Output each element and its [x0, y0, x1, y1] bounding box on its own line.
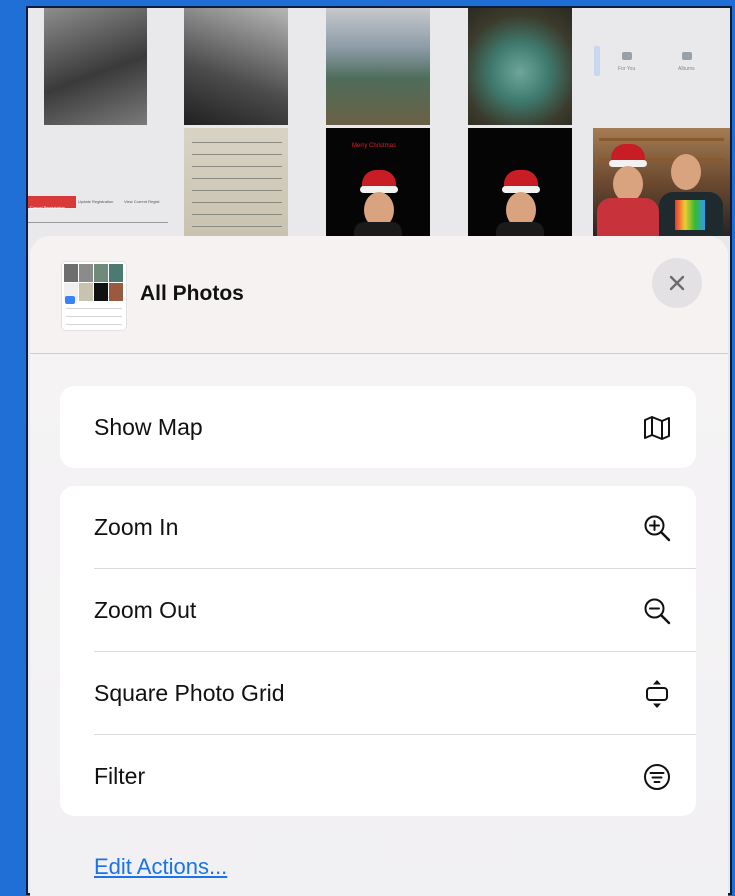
albums-icon — [682, 52, 692, 60]
zoom-out-icon — [644, 598, 671, 625]
photo-thumbnail[interactable] — [184, 128, 288, 236]
photo-thumbnail[interactable] — [468, 128, 572, 236]
square-photo-grid-label: Square Photo Grid — [94, 680, 285, 706]
photo-caption: Merry Christmas — [352, 143, 397, 149]
view-options-sheet: All Photos Show Map Zoom In Zoom Out Squ… — [30, 236, 728, 896]
filter-button[interactable]: Filter — [60, 735, 696, 817]
divider — [30, 353, 728, 354]
sheet-header: All Photos — [30, 236, 728, 354]
zoom-out-button[interactable]: Zoom Out — [60, 569, 696, 651]
filter-label: Filter — [94, 763, 146, 789]
filter-icon — [644, 764, 670, 790]
show-map-label: Show Map — [94, 414, 203, 440]
edit-actions-link[interactable]: Edit Actions... — [94, 854, 227, 880]
divider — [28, 222, 168, 223]
square-photo-grid-button[interactable]: Square Photo Grid — [60, 652, 696, 734]
album-thumbnail — [62, 262, 126, 330]
close-icon — [669, 275, 685, 291]
cancel-registration-button[interactable]: Cancel Registration — [28, 196, 76, 210]
zoom-in-button[interactable]: Zoom In — [60, 486, 696, 568]
map-group: Show Map — [60, 386, 696, 468]
zoom-in-icon — [644, 515, 671, 542]
photo-thumbnail[interactable] — [44, 8, 147, 125]
tab-albums[interactable]: Albums — [678, 66, 695, 72]
cancel-registration-label: Cancel Registration — [30, 205, 65, 210]
aspect-grid-icon — [646, 680, 668, 708]
for-you-icon — [622, 52, 632, 60]
photo-thumbnail[interactable] — [593, 128, 730, 236]
view-registration-button[interactable]: View Current Regist — [124, 196, 160, 208]
photos-tab-bar: For You Albums — [594, 46, 730, 76]
photo-thumbnail[interactable]: Merry Christmas — [326, 128, 430, 236]
zoom-in-label: Zoom In — [94, 514, 179, 540]
close-button[interactable] — [652, 258, 702, 308]
photo-thumbnail[interactable] — [468, 8, 572, 125]
photo-thumbnail[interactable] — [326, 8, 430, 125]
tab-for-you[interactable]: For You — [618, 66, 635, 72]
photo-thumbnail[interactable] — [184, 8, 288, 125]
show-map-button[interactable]: Show Map — [60, 386, 696, 468]
update-registration-button[interactable]: Update Registration — [78, 196, 113, 208]
zoom-out-label: Zoom Out — [94, 597, 197, 623]
view-options-group: Zoom In Zoom Out Square Photo Grid Filte… — [60, 486, 696, 816]
sheet-title: All Photos — [140, 282, 244, 305]
map-icon — [644, 416, 670, 440]
registration-buttons: Cancel Registration Update Registration … — [28, 196, 173, 210]
